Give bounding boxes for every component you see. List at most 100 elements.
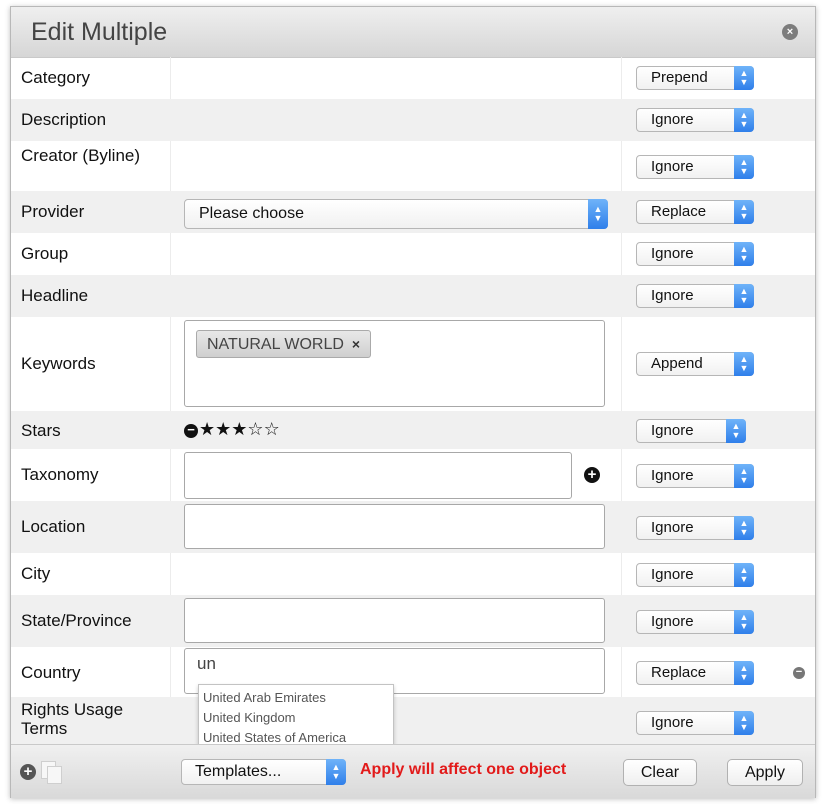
- field-label: Country: [21, 663, 81, 682]
- close-icon[interactable]: ×: [782, 24, 798, 40]
- provider-select[interactable]: Please choose ▲ ▼: [184, 199, 608, 229]
- mode-value: Ignore: [651, 714, 694, 731]
- chevron-updown-icon: ▲ ▼: [734, 200, 754, 224]
- chevron-updown-icon: ▲ ▼: [588, 199, 608, 229]
- field-row-category: Category Prepend ▲ ▼: [11, 57, 815, 99]
- mode-select-stars[interactable]: Ignore ▲ ▼: [636, 419, 746, 443]
- field-row-country: Country un Replace ▲ ▼: [11, 647, 815, 697]
- chevron-updown-icon: ▲ ▼: [734, 661, 754, 685]
- mode-select-city[interactable]: Ignore ▲ ▼: [636, 563, 754, 587]
- clear-button[interactable]: Clear: [623, 759, 697, 786]
- mode-select-location[interactable]: Ignore ▲ ▼: [636, 516, 754, 540]
- mode-select-category[interactable]: Prepend ▲ ▼: [636, 66, 754, 90]
- copy-icon[interactable]: [41, 761, 62, 784]
- mode-value: Replace: [651, 664, 707, 681]
- mode-select-country[interactable]: Replace ▲ ▼: [636, 661, 754, 685]
- location-input[interactable]: [184, 504, 605, 549]
- star-empty-icon[interactable]: ☆: [264, 419, 280, 439]
- mode-value: Ignore: [651, 111, 694, 128]
- mode-select-provider[interactable]: Replace ▲ ▼: [636, 200, 754, 224]
- mode-value: Ignore: [651, 158, 694, 175]
- chevron-updown-icon: ▲ ▼: [734, 242, 754, 266]
- add-icon[interactable]: +: [584, 467, 600, 483]
- taxonomy-input[interactable]: [184, 452, 572, 499]
- apply-warning: Apply will affect one object: [360, 761, 567, 778]
- field-label: Group: [21, 244, 69, 263]
- keyword-token[interactable]: NATURAL WORLD ×: [196, 330, 372, 358]
- star-full-icon[interactable]: ★: [231, 419, 247, 439]
- provider-select-value: Please choose: [199, 205, 304, 222]
- star-rating[interactable]: − ★★★☆☆: [184, 419, 280, 439]
- suggestion-item[interactable]: United Arab Emirates: [199, 688, 393, 708]
- chevron-updown-icon: ▲ ▼: [326, 759, 346, 785]
- field-row-rights-usage-terms: Rights Usage Terms Ignore ▲ ▼: [11, 697, 815, 744]
- mode-select-keywords[interactable]: Append ▲ ▼: [636, 352, 754, 376]
- templates-select-label: Templates...: [195, 763, 282, 780]
- remove-token-icon[interactable]: ×: [352, 336, 360, 352]
- chevron-updown-icon: ▲ ▼: [734, 563, 754, 587]
- field-label: Category: [21, 68, 90, 87]
- mode-select-headline[interactable]: Ignore ▲ ▼: [636, 284, 754, 308]
- keyword-token-label: NATURAL WORLD: [207, 336, 344, 353]
- field-row-description: Description Ignore ▲ ▼: [11, 99, 815, 141]
- field-row-group: Group Ignore ▲ ▼: [11, 233, 815, 275]
- field-row-creator: Creator (Byline) Ignore ▲ ▼: [11, 141, 815, 191]
- mode-value: Ignore: [651, 566, 694, 583]
- field-row-taxonomy: Taxonomy + Ignore ▲ ▼: [11, 449, 815, 501]
- field-label: Headline: [21, 286, 89, 305]
- country-input-value: un: [197, 654, 216, 673]
- chevron-updown-icon: ▲ ▼: [734, 155, 754, 179]
- chevron-updown-icon: ▲ ▼: [734, 711, 754, 735]
- mode-value: Ignore: [651, 422, 694, 439]
- dialog-footer: + Templates... ▲ ▼ Apply will affect one …: [11, 744, 815, 798]
- mode-select-state-province[interactable]: Ignore ▲ ▼: [636, 610, 754, 634]
- chevron-updown-icon: ▲ ▼: [734, 516, 754, 540]
- mode-value: Prepend: [651, 69, 708, 86]
- star-full-icon[interactable]: ★: [215, 419, 231, 439]
- apply-button[interactable]: Apply: [727, 759, 803, 786]
- mode-select-creator[interactable]: Ignore ▲ ▼: [636, 155, 754, 179]
- field-label: Stars: [21, 421, 61, 440]
- mode-select-rights-usage-terms[interactable]: Ignore ▲ ▼: [636, 711, 754, 735]
- templates-select[interactable]: Templates... ▲ ▼: [181, 759, 346, 785]
- field-row-state-province: State/Province Ignore ▲ ▼: [11, 595, 815, 647]
- field-label: State/Province: [21, 611, 132, 630]
- chevron-updown-icon: ▲ ▼: [734, 284, 754, 308]
- state-province-input[interactable]: [184, 598, 605, 643]
- chevron-updown-icon: ▲ ▼: [726, 419, 746, 443]
- field-row-location: Location Ignore ▲ ▼: [11, 501, 815, 553]
- mode-value: Ignore: [651, 613, 694, 630]
- field-label: Taxonomy: [21, 465, 99, 484]
- mode-value: Append: [651, 355, 703, 372]
- field-row-keywords: Keywords NATURAL WORLD × Append ▲ ▼: [11, 317, 815, 411]
- star-empty-icon[interactable]: ☆: [247, 419, 263, 439]
- field-row-stars: Stars Ignore ▲ ▼: [11, 411, 815, 449]
- keywords-input[interactable]: NATURAL WORLD ×: [184, 320, 605, 407]
- clear-rating-icon[interactable]: −: [184, 423, 198, 438]
- mode-select-taxonomy[interactable]: Ignore ▲ ▼: [636, 464, 754, 488]
- add-icon[interactable]: +: [20, 764, 36, 780]
- chevron-updown-icon: ▲ ▼: [734, 66, 754, 90]
- field-label: Rights Usage Terms: [21, 700, 124, 738]
- suggestion-item[interactable]: United Kingdom: [199, 708, 393, 728]
- edit-multiple-dialog: Edit Multiple × Category Prepend ▲ ▼ Desc…: [10, 6, 816, 798]
- field-label: Description: [21, 110, 107, 129]
- mode-value: Ignore: [651, 519, 694, 536]
- chevron-updown-icon: ▲ ▼: [734, 108, 754, 132]
- mode-value: Ignore: [651, 287, 694, 304]
- chevron-updown-icon: ▲ ▼: [734, 464, 754, 488]
- dialog-titlebar: Edit Multiple ×: [11, 7, 815, 58]
- field-label: City: [21, 564, 51, 583]
- chevron-updown-icon: ▲ ▼: [734, 610, 754, 634]
- field-row-headline: Headline Ignore ▲ ▼: [11, 275, 815, 317]
- field-label: Location: [21, 517, 86, 536]
- field-label: Creator (Byline): [21, 146, 141, 165]
- star-full-icon[interactable]: ★: [199, 419, 215, 439]
- field-label: Keywords: [21, 354, 96, 373]
- remove-field-icon[interactable]: −: [793, 667, 805, 679]
- mode-select-group[interactable]: Ignore ▲ ▼: [636, 242, 754, 266]
- mode-value: Ignore: [651, 467, 694, 484]
- mode-value: Ignore: [651, 245, 694, 262]
- dialog-title: Edit Multiple: [31, 18, 168, 46]
- mode-select-description[interactable]: Ignore ▲ ▼: [636, 108, 754, 132]
